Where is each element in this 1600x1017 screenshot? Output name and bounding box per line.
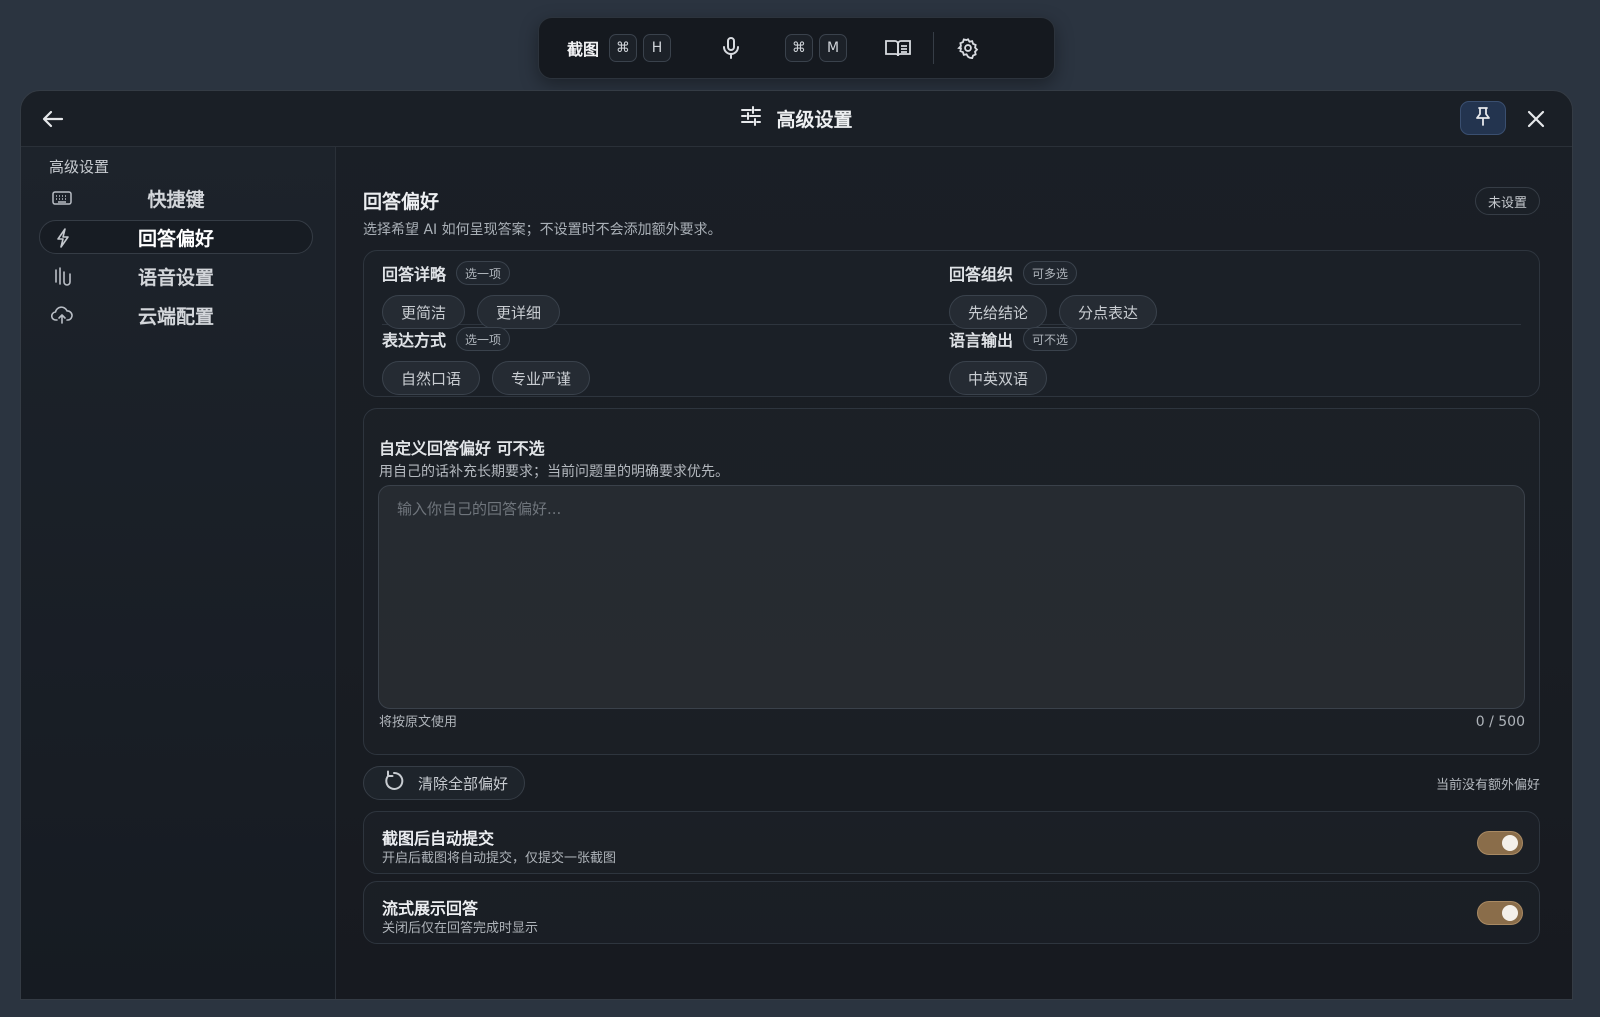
screenshot-button[interactable]: 截图 xyxy=(567,36,599,60)
window-header: 高级设置 xyxy=(21,91,1572,147)
sidebar-item-label: 回答偏好 xyxy=(137,227,214,250)
character-counter: 0 / 500 xyxy=(1475,714,1525,730)
custom-preference-title: 自定义回答偏好 可不选 xyxy=(379,439,545,458)
streaming-setting: 流式展示回答 关闭后仅在回答完成时显示 xyxy=(363,881,1540,944)
pin-button[interactable] xyxy=(1460,101,1506,135)
option-chip[interactable]: 先给结论 xyxy=(949,295,1048,329)
toggle-knob xyxy=(1502,905,1518,921)
status-badge: 未设置 xyxy=(1474,187,1540,215)
window-title-text: 高级设置 xyxy=(776,109,853,131)
microphone-icon[interactable] xyxy=(717,34,745,62)
streaming-toggle[interactable] xyxy=(1477,901,1523,925)
preference-group-language: 语言输出 可不选 中英双语 xyxy=(949,327,1078,395)
group-title: 回答组织 xyxy=(949,265,1014,284)
settings-window: 高级设置 高级设置 快捷键 回答偏好 语音设置 云端配置 回答偏好 选择希望 A… xyxy=(20,90,1573,1000)
sidebar-item-answer-preferences[interactable]: 回答偏好 xyxy=(39,220,313,254)
sliders-icon xyxy=(740,106,762,131)
sidebar-heading: 高级设置 xyxy=(49,158,110,176)
auto-submit-toggle[interactable] xyxy=(1477,831,1523,855)
clear-all-label: 清除全部偏好 xyxy=(418,774,509,793)
custom-preference-card: 自定义回答偏好 可不选 用自己的话补充长期要求；当前问题里的明确要求优先。 将按… xyxy=(363,408,1540,755)
sidebar-item-shortcuts[interactable]: 快捷键 xyxy=(39,181,313,215)
screenshot-shortcut-key: H xyxy=(643,34,672,62)
auto-submit-setting: 截图后自动提交 开启后截图将自动提交，仅提交一张截图 xyxy=(363,811,1540,874)
group-tag: 选一项 xyxy=(456,261,511,285)
group-title: 表达方式 xyxy=(382,331,447,350)
sidebar-item-label: 快捷键 xyxy=(147,188,205,211)
sidebar-item-voice[interactable]: 语音设置 xyxy=(39,259,313,293)
group-tag: 可不选 xyxy=(1023,327,1078,351)
option-chip[interactable]: 自然口语 xyxy=(382,361,481,395)
preference-group-style: 表达方式 选一项 自然口语 专业严谨 xyxy=(382,327,591,395)
option-chip[interactable]: 更简洁 xyxy=(382,295,466,329)
preference-group-detail: 回答详略 选一项 更简洁 更详细 xyxy=(382,261,561,329)
group-tag: 选一项 xyxy=(456,327,511,351)
setting-title: 流式展示回答 xyxy=(382,899,479,918)
setting-description: 开启后截图将自动提交，仅提交一张截图 xyxy=(382,851,617,866)
toolbar-divider xyxy=(933,32,935,64)
section-description: 选择希望 AI 如何呈现答案；不设置时不会添加额外要求。 xyxy=(363,222,722,238)
option-chip[interactable]: 专业严谨 xyxy=(492,361,591,395)
sidebar-item-label: 云端配置 xyxy=(137,305,214,328)
preference-options-card: 回答详略 选一项 更简洁 更详细 回答组织 可多选 先给结论 分点表达 表达方式… xyxy=(363,250,1540,397)
preference-group-organization: 回答组织 可多选 先给结论 分点表达 xyxy=(949,261,1158,329)
clear-all-preferences-button[interactable]: 清除全部偏好 xyxy=(363,766,526,800)
option-chip[interactable]: 中英双语 xyxy=(949,361,1048,395)
group-title: 语言输出 xyxy=(949,331,1014,350)
close-icon[interactable] xyxy=(1522,105,1550,133)
keyboard-icon xyxy=(51,187,73,209)
refresh-icon xyxy=(382,769,406,797)
setting-title: 截图后自动提交 xyxy=(382,829,495,848)
section-title: 回答偏好 xyxy=(363,191,440,213)
group-tag: 可多选 xyxy=(1023,261,1078,285)
option-chip[interactable]: 更详细 xyxy=(477,295,561,329)
sidebar-item-label: 语音设置 xyxy=(137,266,214,289)
custom-preference-description: 用自己的话补充长期要求；当前问题里的明确要求优先。 xyxy=(379,464,729,480)
cmd-key-badge: ⌘ xyxy=(785,34,814,62)
setting-description: 关闭后仅在回答完成时显示 xyxy=(382,921,539,936)
content-panel: 回答偏好 选择希望 AI 如何呈现答案；不设置时不会添加额外要求。 未设置 回答… xyxy=(363,147,1540,999)
pin-icon xyxy=(1475,106,1491,130)
book-icon[interactable] xyxy=(883,34,913,62)
cloud-upload-icon xyxy=(51,304,73,326)
cmd-key-badge: ⌘ xyxy=(609,34,638,62)
back-arrow-icon[interactable] xyxy=(39,105,67,133)
use-note: 将按原文使用 xyxy=(379,715,458,730)
lightning-icon xyxy=(52,227,74,249)
preference-status-text: 当前没有额外偏好 xyxy=(1435,778,1540,793)
floating-toolbar: 截图 ⌘ H ⌘ M xyxy=(538,17,1055,79)
sidebar: 高级设置 快捷键 回答偏好 语音设置 云端配置 xyxy=(21,147,336,999)
gear-icon[interactable] xyxy=(954,34,982,62)
audio-icon xyxy=(51,265,73,287)
custom-preference-input[interactable] xyxy=(378,485,1525,709)
sidebar-item-cloud[interactable]: 云端配置 xyxy=(39,298,313,332)
window-title: 高级设置 xyxy=(740,105,853,132)
group-title: 回答详略 xyxy=(382,265,447,284)
mic-shortcut-key: M xyxy=(819,34,848,62)
toggle-knob xyxy=(1502,835,1518,851)
option-chip[interactable]: 分点表达 xyxy=(1059,295,1158,329)
